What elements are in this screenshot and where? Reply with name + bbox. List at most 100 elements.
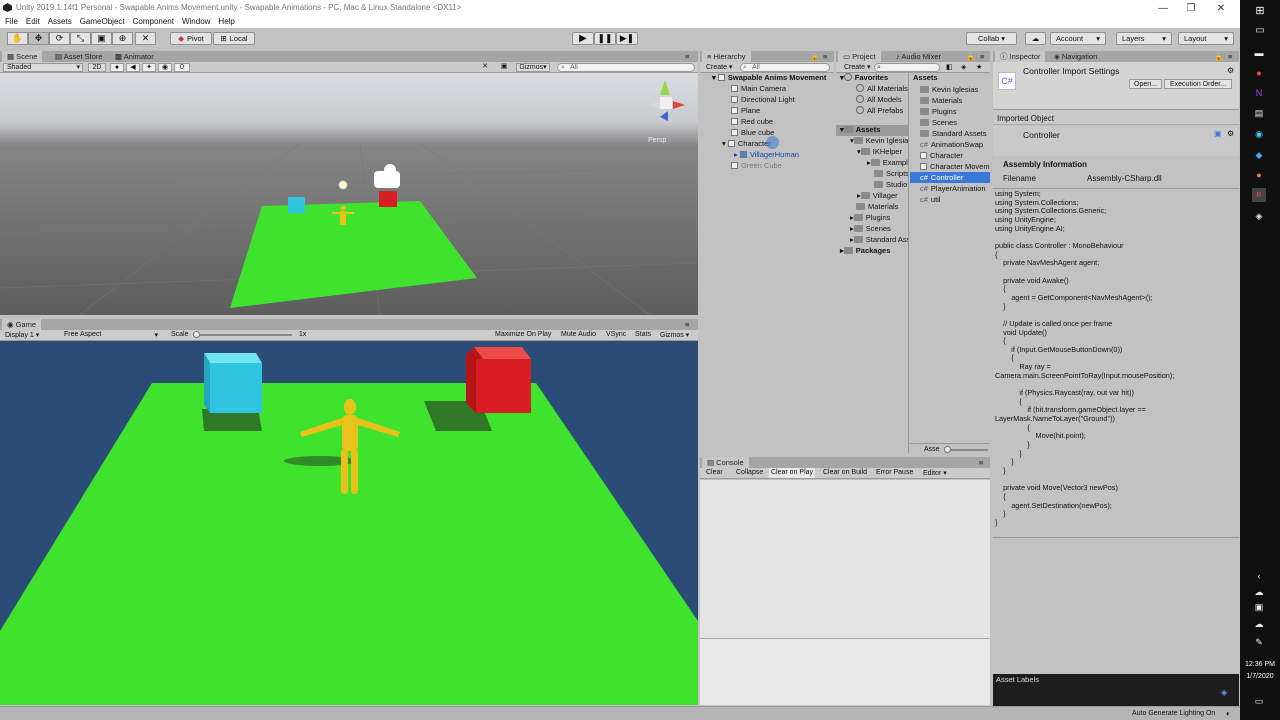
effects-toggle-icon[interactable]: ✦ xyxy=(142,63,156,72)
favorite-all-prefabs[interactable]: All Prefabs xyxy=(856,106,903,115)
assets-header[interactable]: ▾ Assets xyxy=(836,125,908,136)
tree-standard-assets[interactable]: ▸Standard Assets xyxy=(850,235,908,244)
shading-dropdown[interactable]: Shaded ▾ xyxy=(3,63,83,72)
file-player-animation[interactable]: c# PlayerAnimation xyxy=(920,184,986,193)
panel-menu-icon[interactable]: ≡ xyxy=(975,51,989,62)
unity-taskbar-icon[interactable]: ◈ xyxy=(1250,209,1268,223)
clock-time[interactable]: 12:36 PM xyxy=(1240,661,1280,668)
tree-scenes[interactable]: ▸ Scenes xyxy=(850,224,891,233)
tab-game[interactable]: ◉ Game xyxy=(2,319,42,330)
tree-studio[interactable]: Studio xyxy=(874,180,907,189)
camera-settings-icon[interactable]: ▣ xyxy=(496,63,512,72)
console-clear-button[interactable]: Clear xyxy=(706,469,723,476)
file-character-movement[interactable]: Character Movement xyxy=(920,162,990,171)
open-button[interactable]: Open... xyxy=(1129,79,1162,89)
file-kevin-iglesias[interactable]: Kevin Iglesias xyxy=(920,85,978,94)
hierarchy-item-red-cube[interactable]: Red cube xyxy=(731,117,773,126)
favorites-header[interactable]: ▾ Favorites xyxy=(840,73,888,82)
edge-icon[interactable]: ◉ xyxy=(1250,127,1268,141)
custom-tool-icon[interactable]: ✕ xyxy=(135,32,156,45)
chevron-up-icon[interactable]: ‹ xyxy=(1250,569,1268,583)
cloud-button[interactable]: ☁ xyxy=(1025,32,1046,45)
icon-size-thumb[interactable] xyxy=(944,446,951,453)
file-standard-assets[interactable]: Standard Assets xyxy=(920,129,987,138)
tab-audio-mixer[interactable]: ♪ Audio Mixer xyxy=(891,51,946,62)
tab-inspector[interactable]: ⓘ Inspector xyxy=(995,51,1046,62)
panel-menu-icon[interactable]: ≡ xyxy=(680,51,694,62)
settings-gear-icon[interactable]: ⚙ xyxy=(1227,129,1234,138)
tab-console[interactable]: ▤ Console xyxy=(702,457,749,468)
hierarchy-item-directional-light[interactable]: Directional Light xyxy=(731,95,795,104)
clock-date[interactable]: 1/7/2020 xyxy=(1240,673,1280,680)
execution-order-button[interactable]: Execution Order... xyxy=(1164,79,1232,89)
move-tool-icon[interactable]: ✥ xyxy=(28,32,49,45)
favorite-all-materials[interactable]: All Materials xyxy=(856,84,908,93)
hierarchy-item-green-cube[interactable]: Green Cube xyxy=(731,161,782,170)
tab-scene[interactable]: ▦ Scene xyxy=(2,51,43,62)
file-plugins[interactable]: Plugins xyxy=(920,107,957,116)
menu-component[interactable]: Component xyxy=(133,16,174,28)
hierarchy-item-plane[interactable]: Plane xyxy=(731,106,760,115)
maximize-button[interactable]: ❐ xyxy=(1176,0,1206,16)
scale-slider-thumb[interactable] xyxy=(193,331,200,338)
mode-2d-toggle[interactable]: 2D xyxy=(88,63,106,72)
panel-menu-icon[interactable]: ≡ xyxy=(974,457,988,468)
help-book-icon[interactable]: ▣ xyxy=(1214,129,1222,138)
onenote-icon[interactable]: N xyxy=(1250,86,1268,100)
file-controller-selected[interactable]: c# Controller xyxy=(910,172,990,183)
scene-viewport[interactable]: Persp xyxy=(0,73,698,315)
tree-kevin-iglesias[interactable]: ▾ Kevin Iglesias xyxy=(850,136,908,145)
scale-slider[interactable] xyxy=(193,331,292,338)
console-detail-area[interactable] xyxy=(700,638,990,705)
hidden-toggle-icon[interactable]: ◉ xyxy=(158,63,172,72)
menu-gameobject[interactable]: GameObject xyxy=(80,16,125,28)
hierarchy-search-input[interactable]: ⌕ All xyxy=(740,63,830,72)
file-character[interactable]: Character xyxy=(920,151,963,160)
tab-hierarchy[interactable]: ≡ Hierarchy xyxy=(702,51,751,62)
vsync-toggle[interactable]: VSync xyxy=(606,331,626,338)
saved-search-icon[interactable]: ★ xyxy=(976,63,982,71)
console-collapse-toggle[interactable]: Collapse xyxy=(736,469,763,476)
light-toggle-icon[interactable]: ● xyxy=(110,63,124,72)
file-util[interactable]: c# util xyxy=(920,195,941,204)
layout-dropdown[interactable]: Layout ▾ xyxy=(1178,32,1234,45)
mute-audio-toggle[interactable]: Mute Audio xyxy=(561,331,596,338)
close-button[interactable]: ✕ xyxy=(1206,0,1236,16)
game-gizmos-dropdown[interactable]: Gizmos ▾ xyxy=(660,331,689,339)
tab-project[interactable]: ▭ Project xyxy=(838,51,881,62)
tag-icon[interactable]: ◈ xyxy=(1221,688,1227,697)
hierarchy-create-dropdown[interactable]: Create ▾ xyxy=(706,63,732,71)
settings-gear-icon[interactable]: ⚙ xyxy=(1227,66,1234,75)
tree-plugins[interactable]: ▸ Plugins xyxy=(850,213,890,222)
display-dropdown[interactable]: Display 1 ▾ xyxy=(5,331,39,339)
search-by-label-icon[interactable]: ◈ xyxy=(961,63,966,71)
scale-tool-icon[interactable]: ⤡ xyxy=(70,32,91,45)
step-button[interactable]: ▶❚ xyxy=(616,32,638,45)
console-clear-on-build-toggle[interactable]: Clear on Build xyxy=(823,469,867,476)
scene-light-icon[interactable] xyxy=(338,180,348,190)
rect-tool-icon[interactable]: ▣ xyxy=(91,32,112,45)
menu-edit[interactable]: Edit xyxy=(26,16,40,28)
tree-examples[interactable]: ▸Examples xyxy=(867,158,908,167)
onedrive-icon[interactable]: ☁ xyxy=(1250,585,1268,599)
aspect-dropdown[interactable]: Free Aspect ▾ xyxy=(64,331,164,339)
rotate-tool-icon[interactable]: ⟳ xyxy=(49,32,70,45)
chrome-icon[interactable]: ● xyxy=(1250,66,1268,80)
tab-animator[interactable]: ▩ Animator xyxy=(110,51,159,62)
hand-tool-icon[interactable]: ✋ xyxy=(7,32,28,45)
scene-search-input[interactable]: ⌕ All xyxy=(557,63,695,72)
project-search-input[interactable]: ⌕ xyxy=(874,63,940,72)
hierarchy-item-blue-cube[interactable]: Blue cube xyxy=(731,128,774,137)
collab-dropdown[interactable]: Collab ▾ xyxy=(966,32,1017,45)
hierarchy-scene-root[interactable]: ▾ Swapable Anims Movement xyxy=(712,73,826,82)
local-toggle[interactable]: ⊞ Local xyxy=(213,32,255,45)
hierarchy-item-character[interactable]: ▾ Character xyxy=(722,136,779,149)
transform-tool-icon[interactable]: ⊕ xyxy=(112,32,133,45)
gizmos-dropdown[interactable]: Gizmos▾ xyxy=(516,63,550,72)
app-icon[interactable]: ▤ xyxy=(1250,106,1268,120)
pen-icon[interactable]: ✎ xyxy=(1250,635,1268,649)
console-editor-dropdown[interactable]: Editor ▾ xyxy=(923,469,947,477)
layers-dropdown[interactable]: Layers ▾ xyxy=(1116,32,1172,45)
file-explorer-icon[interactable]: ▬ xyxy=(1250,46,1268,60)
menu-help[interactable]: Help xyxy=(218,16,234,28)
